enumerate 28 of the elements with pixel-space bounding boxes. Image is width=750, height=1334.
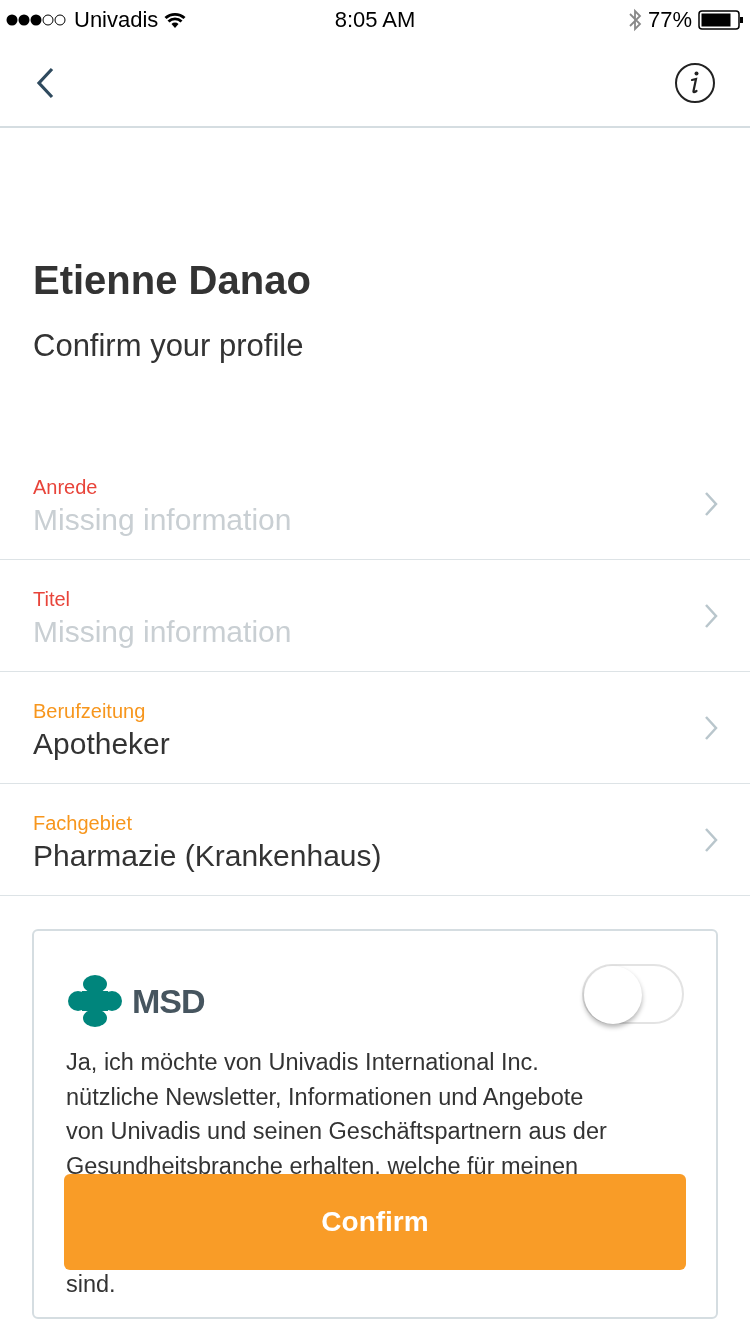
logo-text: MSD — [132, 981, 205, 1021]
chevron-right-icon — [704, 714, 718, 741]
profile-field-row[interactable]: Berufzeitung Apotheker — [0, 672, 750, 784]
status-time: 8:05 AM — [334, 7, 416, 33]
chevron-right-icon — [704, 826, 718, 853]
carrier-name: Univadis — [74, 7, 159, 33]
field-label: Anrede — [33, 474, 99, 500]
field-label: Titel — [33, 586, 72, 612]
wifi-icon — [164, 11, 187, 29]
confirm-button[interactable]: Confirm — [64, 1174, 686, 1270]
toggle-switch[interactable] — [582, 964, 684, 1024]
field-value: Apotheker — [33, 725, 170, 762]
signal-icon — [6, 13, 68, 27]
profile-field-row[interactable]: Fachgebiet Pharmazie (Krankenhaus) — [0, 784, 750, 896]
chevron-right-icon — [704, 602, 718, 629]
battery-percent: 77% — [647, 7, 692, 33]
field-value: Pharmazie (Krankenhaus) — [33, 837, 382, 874]
consent-text-end: sind. — [66, 1270, 117, 1299]
info-button[interactable] — [674, 62, 716, 104]
battery-icon — [698, 10, 744, 30]
bluetooth-icon — [627, 8, 642, 32]
back-button[interactable] — [34, 66, 56, 100]
field-label: Fachgebiet — [33, 810, 133, 836]
field-label: Berufzeitung — [33, 698, 147, 724]
chevron-right-icon — [704, 490, 718, 517]
page-subtitle: Confirm your profile — [33, 327, 305, 365]
logo-icon — [68, 975, 122, 1027]
profile-name: Etienne Danao — [33, 257, 312, 304]
